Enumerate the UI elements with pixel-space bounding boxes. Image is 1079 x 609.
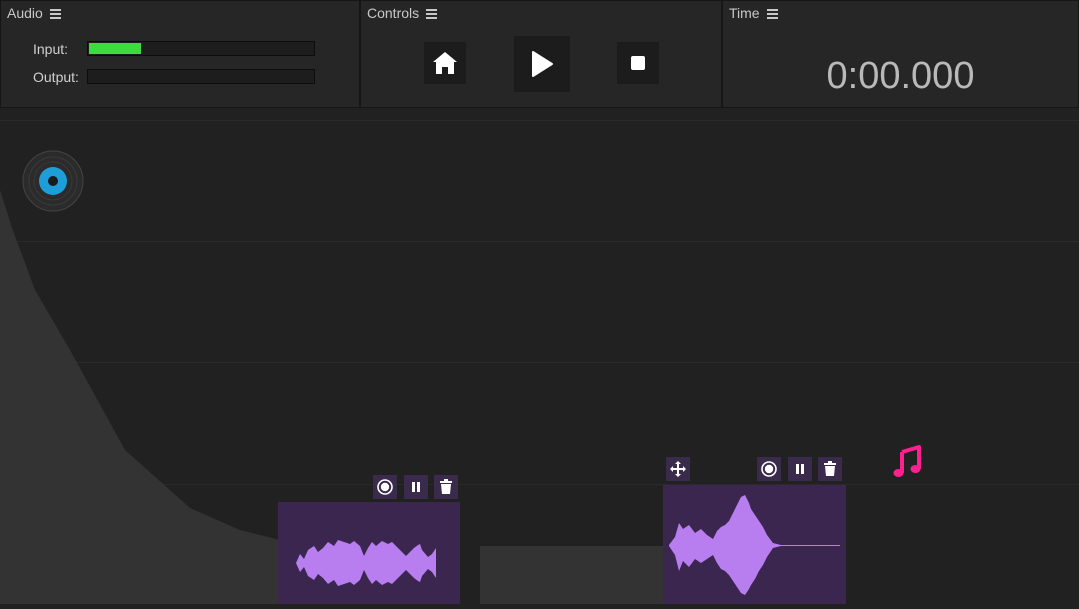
clip-1-delete-button[interactable] — [434, 475, 458, 499]
vinyl-disc-icon[interactable] — [22, 150, 84, 212]
move-icon — [670, 461, 686, 477]
record-icon — [761, 461, 777, 477]
track-block — [480, 546, 670, 604]
clip-2-move-button[interactable] — [666, 457, 690, 481]
slope-shape — [0, 190, 300, 604]
record-icon — [377, 479, 393, 495]
clip-1-pause-button[interactable] — [404, 475, 428, 499]
clip-2-pause-button[interactable] — [788, 457, 812, 481]
clip-1[interactable] — [278, 502, 460, 604]
clip-2-delete-button[interactable] — [818, 457, 842, 481]
trash-icon — [440, 479, 452, 494]
music-note-icon[interactable] — [893, 444, 921, 478]
pause-icon — [796, 464, 804, 474]
clip-2-waveform — [669, 495, 840, 595]
pause-icon — [412, 482, 420, 492]
clip-2[interactable] — [663, 485, 846, 604]
clip-1-record-button[interactable] — [373, 475, 397, 499]
clip-1-waveform — [296, 540, 436, 586]
trash-icon — [824, 461, 836, 476]
clip-2-record-button[interactable] — [757, 457, 781, 481]
